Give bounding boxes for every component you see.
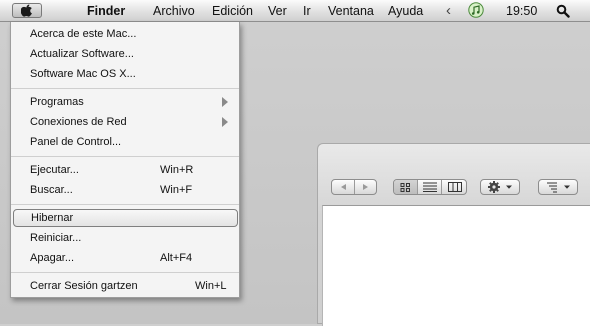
apple-menu-dropdown: Acerca de este Mac... Actualizar Softwar…	[10, 22, 240, 298]
menubar-clock[interactable]: 19:50	[506, 4, 537, 18]
apple-icon	[21, 4, 32, 17]
menu-item-buscar[interactable]: Buscar... Win+F	[11, 181, 239, 199]
gear-action-icon	[488, 181, 512, 193]
finder-window	[317, 143, 590, 326]
menu-item-label: Acerca de este Mac...	[30, 28, 137, 40]
menu-separator	[11, 204, 239, 205]
forward-icon	[363, 184, 368, 190]
menu-finder[interactable]: Finder	[87, 4, 125, 18]
menu-ventana[interactable]: Ventana	[328, 4, 374, 18]
arrange-menu-button[interactable]	[538, 179, 578, 195]
menu-item-label: Reiniciar...	[30, 232, 82, 244]
back-forward-control	[331, 179, 377, 195]
menu-item-label: Buscar...	[30, 184, 73, 196]
menu-item-ejecutar[interactable]: Ejecutar... Win+R	[11, 161, 239, 179]
apple-menu-button[interactable]	[12, 3, 42, 18]
menu-archivo[interactable]: Archivo	[153, 4, 195, 18]
menu-item-reiniciar[interactable]: Reiniciar...	[11, 229, 239, 247]
menu-item-label: Actualizar Software...	[30, 48, 134, 60]
list-view-icon	[423, 182, 437, 192]
menu-item-apagar[interactable]: Apagar... Alt+F4	[11, 249, 239, 267]
menu-item-label: Hibernar	[31, 212, 74, 224]
menu-item-shortcut: Win+L	[195, 280, 227, 292]
action-menu-button[interactable]	[480, 179, 520, 195]
menu-item-label: Software Mac OS X...	[30, 68, 136, 80]
back-button[interactable]	[332, 180, 354, 194]
menu-item-shortcut: Win+R	[160, 164, 194, 176]
menu-separator	[11, 272, 239, 273]
menu-item-programas[interactable]: Programas	[11, 93, 239, 111]
back-icon	[341, 184, 346, 190]
menu-item-shortcut: Win+F	[160, 184, 193, 196]
menu-ver[interactable]: Ver	[268, 4, 287, 18]
menu-item-label: Conexiones de Red	[30, 116, 127, 128]
menu-item-label: Programas	[30, 96, 84, 108]
menu-separator	[11, 88, 239, 89]
menu-item-label: Panel de Control...	[30, 136, 122, 148]
menu-bar: Finder Archivo Edición Ver Ir Ventana Ay…	[0, 0, 590, 22]
column-view-button[interactable]	[441, 180, 467, 194]
menu-edicion[interactable]: Edición	[212, 4, 253, 18]
menu-item-conexiones-de-red[interactable]: Conexiones de Red	[11, 113, 239, 131]
chevron-left-icon[interactable]: ‹	[446, 2, 451, 19]
finder-content-area[interactable]	[322, 205, 590, 326]
view-mode-control	[393, 179, 467, 195]
icon-view-button[interactable]	[394, 180, 417, 194]
menu-item-actualizar-software[interactable]: Actualizar Software...	[11, 45, 239, 63]
spotlight-search-icon[interactable]	[556, 4, 570, 18]
icon-view-icon	[400, 182, 410, 192]
column-view-icon	[447, 182, 462, 192]
submenu-arrow-icon	[222, 117, 228, 127]
menu-item-label: Cerrar Sesión gartzen	[30, 280, 138, 292]
menu-item-acerca-de-este-mac[interactable]: Acerca de este Mac...	[11, 25, 239, 43]
submenu-arrow-icon	[222, 97, 228, 107]
menu-item-panel-de-control[interactable]: Panel de Control...	[11, 133, 239, 151]
menu-ayuda[interactable]: Ayuda	[388, 4, 423, 18]
menu-item-label: Ejecutar...	[30, 164, 79, 176]
menu-item-label: Apagar...	[30, 252, 75, 264]
menu-item-cerrar-sesion[interactable]: Cerrar Sesión gartzen Win+L	[11, 277, 239, 295]
arrange-icon	[547, 182, 570, 193]
menu-item-shortcut: Alt+F4	[160, 252, 193, 264]
menu-item-hibernar[interactable]: Hibernar	[13, 209, 238, 227]
menu-ir[interactable]: Ir	[303, 4, 311, 18]
menu-separator	[11, 156, 239, 157]
menu-item-software-mac-os-x[interactable]: Software Mac OS X...	[11, 65, 239, 83]
list-view-button[interactable]	[417, 180, 442, 194]
forward-button[interactable]	[354, 180, 377, 194]
itunes-icon[interactable]	[468, 2, 484, 18]
